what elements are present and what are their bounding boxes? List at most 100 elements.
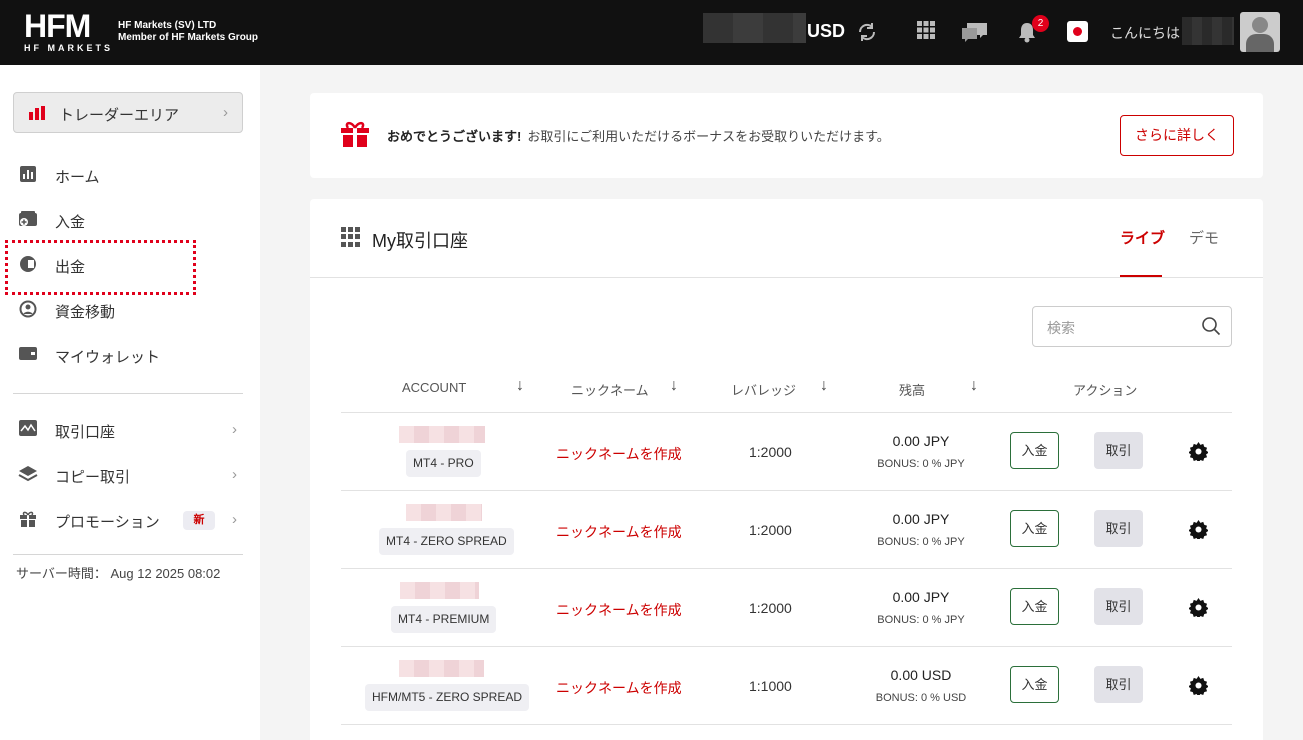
column-nickname: ニックネーム [571, 383, 649, 398]
top-header: HFM HF MARKETS HF Markets (SV) LTD Membe… [0, 0, 1303, 65]
gift-icon [18, 510, 38, 530]
search-input[interactable]: 検索 [1032, 306, 1232, 347]
wallet-plus-icon [18, 210, 38, 230]
card-title: My取引口座 [372, 231, 468, 251]
banner-message: お取引にご利用いただけるボーナスをお受取りいただけます。 [527, 129, 890, 144]
deposit-button[interactable]: 入金 [1010, 588, 1059, 625]
sort-arrow-icon[interactable]: ↓ [820, 377, 828, 395]
refresh-icon[interactable] [856, 21, 878, 47]
table-row: MT4 - PRO ニックネームを作成 1:2000 0.00 JPY BONU… [341, 413, 1232, 491]
bonus-value: BONUS: 0 % JPY [877, 536, 965, 548]
gear-icon[interactable] [1188, 676, 1209, 697]
create-nickname-link[interactable]: ニックネームを作成 [556, 522, 682, 542]
account-number-redacted [406, 504, 482, 521]
chevron-right-icon: › [232, 466, 237, 483]
deposit-button[interactable]: 入金 [1010, 510, 1059, 547]
account-type-badge: MT4 - ZERO SPREAD [379, 528, 514, 555]
greeting-text: こんにちは [1110, 25, 1180, 41]
sidebar-divider [13, 393, 243, 394]
gear-icon[interactable] [1188, 598, 1209, 619]
trade-button[interactable]: 取引 [1094, 510, 1143, 547]
new-badge: 新 [183, 511, 215, 530]
deposit-button[interactable]: 入金 [1010, 666, 1059, 703]
sort-arrow-icon[interactable]: ↓ [670, 377, 678, 395]
grid-icon [341, 227, 361, 247]
server-time-value: Aug 12 2025 08:02 [110, 566, 221, 581]
leverage-value: 1:2000 [749, 522, 792, 538]
highlight-box [5, 240, 196, 295]
bonus-value: BONUS: 0 % JPY [877, 614, 965, 626]
japan-flag-icon[interactable] [1067, 21, 1088, 42]
account-type-badge: HFM/MT5 - ZERO SPREAD [365, 684, 530, 711]
create-nickname-link[interactable]: ニックネームを作成 [556, 600, 682, 620]
sidebar-item-label: コピー取引 [55, 469, 131, 486]
sidebar-item-deposit[interactable]: 入金 [18, 206, 243, 236]
username-redacted [1182, 17, 1234, 45]
leverage-value: 1:2000 [749, 444, 792, 460]
server-time-label: サーバー時間： [16, 566, 107, 581]
active-tab-indicator [1120, 275, 1162, 277]
trader-area-label: トレーダーエリア [59, 107, 180, 124]
company-name: HF Markets (SV) LTD [118, 20, 217, 31]
chat-icon[interactable] [961, 21, 989, 47]
banner-text: おめでとうございます! お取引にご利用いただけるボーナスをお受取りいただけます。 [387, 126, 890, 145]
balance-redacted [703, 13, 806, 43]
search-icon[interactable] [1201, 316, 1221, 336]
sort-arrow-icon[interactable]: ↓ [516, 377, 524, 395]
chevron-right-icon: › [232, 511, 237, 528]
balance-value: 0.00 JPY [892, 589, 950, 605]
table-row: MT4 - PREMIUM ニックネームを作成 1:2000 0.00 JPY … [341, 569, 1232, 647]
currency-label: USD [807, 21, 846, 41]
sidebar-item-trading-accounts[interactable]: 取引口座 › [18, 416, 243, 446]
card-header: My取引口座 ライブ デモ [310, 199, 1263, 278]
server-time: サーバー時間： Aug 12 2025 08:02 [16, 563, 220, 582]
sidebar-item-transfer[interactable]: 資金移動 [18, 296, 243, 326]
apps-grid-icon[interactable] [917, 21, 935, 43]
tab-live[interactable]: ライブ [1120, 227, 1165, 248]
gear-icon[interactable] [1188, 442, 1209, 463]
sidebar-divider [13, 554, 243, 555]
sidebar-item-home[interactable]: ホーム [18, 161, 243, 191]
banner-title: おめでとうございます! [387, 129, 522, 144]
deposit-button[interactable]: 入金 [1010, 432, 1059, 469]
chevron-right-icon: › [232, 421, 237, 438]
balance-value: 0.00 JPY [892, 511, 950, 527]
sort-arrow-icon[interactable]: ↓ [970, 377, 978, 395]
sidebar-item-wallet[interactable]: マイウォレット [18, 341, 243, 371]
hfm-logo[interactable]: HFM HF MARKETS [24, 10, 113, 53]
trader-area-button[interactable]: トレーダーエリア › [13, 92, 243, 133]
trading-accounts-card: My取引口座 ライブ デモ 検索 ACCOUNT ↓ ニックネーム ↓ レバレッ… [310, 199, 1263, 740]
sidebar-item-copy-trading[interactable]: コピー取引 › [18, 461, 243, 491]
logo-mark: HFM [24, 8, 91, 44]
trade-button[interactable]: 取引 [1094, 588, 1143, 625]
gear-icon[interactable] [1188, 520, 1209, 541]
search-placeholder: 検索 [1047, 320, 1075, 336]
create-nickname-link[interactable]: ニックネームを作成 [556, 444, 682, 464]
avatar[interactable] [1240, 12, 1280, 52]
sidebar-item-label: 取引口座 [55, 424, 116, 441]
leverage-value: 1:2000 [749, 600, 792, 616]
gift-icon [340, 120, 369, 147]
column-balance: 残高 [899, 383, 926, 398]
create-nickname-link[interactable]: ニックネームを作成 [556, 678, 682, 698]
account-number-redacted [399, 426, 485, 443]
bar-chart-icon [29, 106, 45, 123]
layers-icon [18, 465, 38, 485]
bonus-value: BONUS: 0 % JPY [877, 458, 965, 470]
trade-button[interactable]: 取引 [1094, 666, 1143, 703]
sidebar-item-promotions[interactable]: プロモーション 新 › [18, 506, 243, 536]
sidebar-item-label: プロモーション [55, 514, 160, 531]
sidebar: トレーダーエリア › ホーム 入金 出金 資金移動 マイウォレット 取引口座 ›… [0, 65, 260, 740]
bonus-banner: おめでとうございます! お取引にご利用いただけるボーナスをお受取りいただけます。 … [310, 93, 1263, 178]
tab-demo[interactable]: デモ [1189, 227, 1219, 248]
column-action: アクション [1073, 383, 1138, 398]
learn-more-button[interactable]: さらに詳しく [1120, 115, 1234, 156]
sidebar-item-label: ホーム [55, 169, 100, 186]
sidebar-item-label: 入金 [55, 214, 86, 231]
sidebar-item-label: マイウォレット [55, 349, 161, 366]
company-group: Member of HF Markets Group [118, 32, 259, 43]
trade-button[interactable]: 取引 [1094, 432, 1143, 469]
account-number-redacted [400, 582, 479, 599]
account-type-badge: MT4 - PREMIUM [391, 606, 497, 633]
logo-subtitle: HF MARKETS [24, 43, 113, 53]
